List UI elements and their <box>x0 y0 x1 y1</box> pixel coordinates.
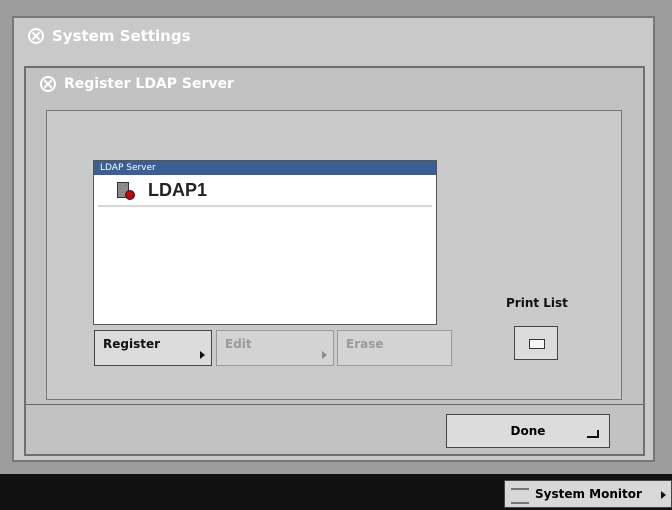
edit-button-label: Edit <box>225 337 252 351</box>
register-button[interactable]: Register <box>94 330 212 366</box>
register-ldap-label: Register LDAP Server <box>64 76 234 92</box>
list-item-ldap1[interactable]: LDAP1 <box>98 175 432 207</box>
chevron-right-icon <box>322 351 327 359</box>
register-ldap-title: Register LDAP Server <box>26 68 643 100</box>
gear-icon <box>40 76 56 92</box>
system-monitor-label: System Monitor <box>535 487 642 501</box>
erase-button[interactable]: Erase <box>337 330 452 366</box>
system-settings-window: System Settings Register LDAP Server LDA… <box>12 16 655 462</box>
register-button-label: Register <box>103 337 161 351</box>
list-header: LDAP Server <box>94 161 436 175</box>
system-monitor-button[interactable]: System Monitor <box>504 480 672 508</box>
done-button[interactable]: Done <box>446 414 610 448</box>
divider <box>26 404 643 405</box>
ldap-server-icon <box>116 181 135 200</box>
edit-button[interactable]: Edit <box>216 330 334 366</box>
done-button-label: Done <box>510 424 546 438</box>
system-settings-title: System Settings <box>14 18 653 54</box>
chevron-right-icon <box>661 491 666 499</box>
print-icon <box>529 339 545 349</box>
ldap-server-list[interactable]: LDAP Server LDAP1 <box>93 160 437 325</box>
print-list-button[interactable] <box>514 326 558 360</box>
chevron-right-icon <box>200 351 205 359</box>
list-item-label: LDAP1 <box>148 179 208 200</box>
monitor-icon <box>511 488 529 504</box>
register-ldap-panel: Register LDAP Server LDAP Server LDAP1 R… <box>24 66 645 456</box>
status-bar: System Monitor <box>0 474 672 510</box>
print-list-label: Print List <box>506 296 568 310</box>
enter-icon <box>587 430 599 438</box>
erase-button-label: Erase <box>346 337 384 351</box>
gear-icon <box>28 28 44 44</box>
system-settings-label: System Settings <box>52 27 191 45</box>
